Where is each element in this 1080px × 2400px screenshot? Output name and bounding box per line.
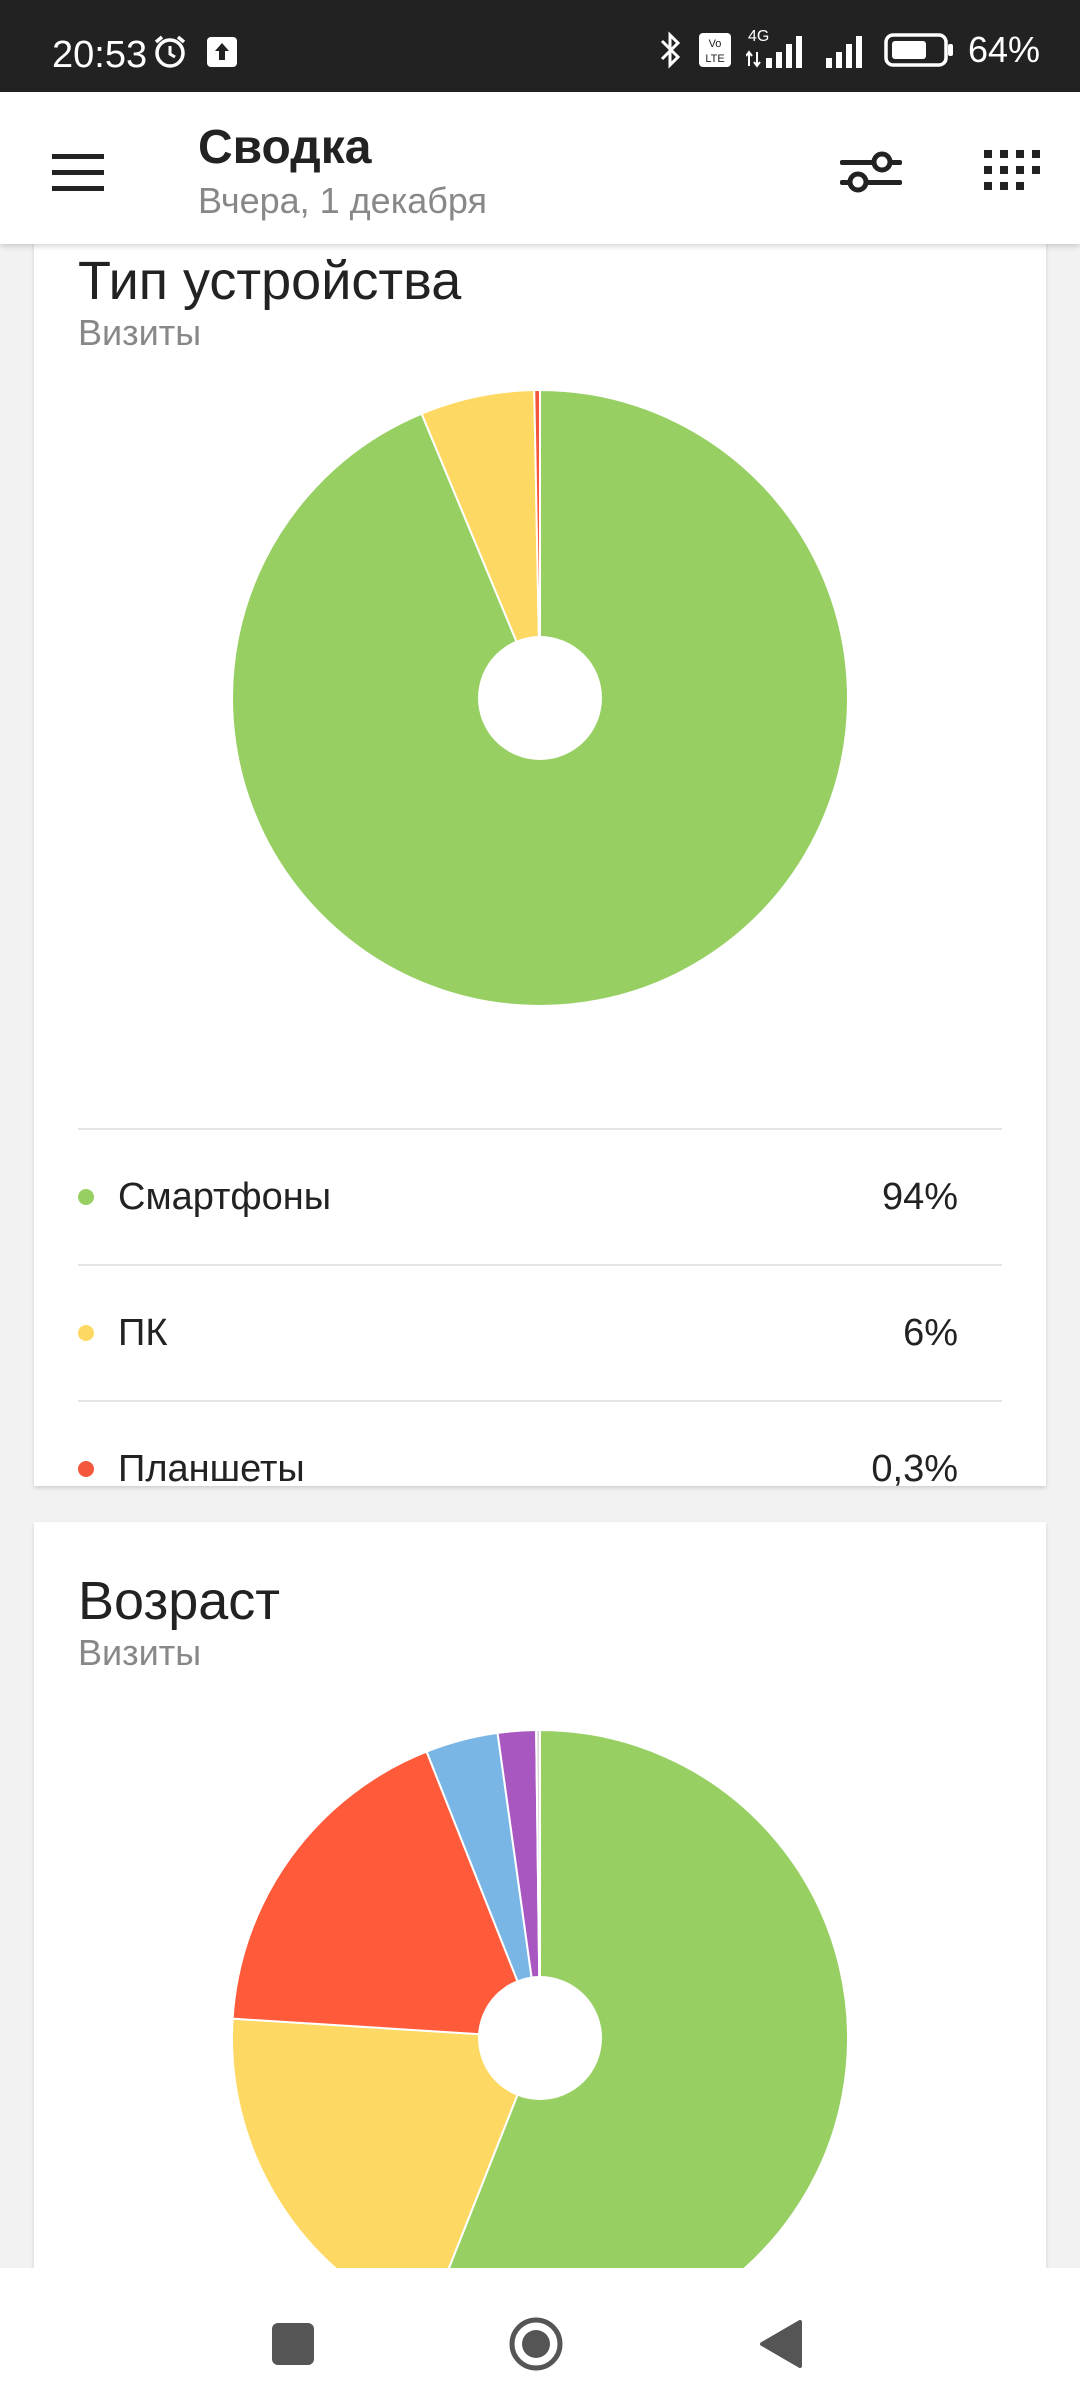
alarm-icon [154, 35, 186, 68]
volte-icon: Vo LTE [698, 33, 731, 67]
legend-value: 0,3% [871, 1448, 958, 1490]
network-type: 4G [745, 28, 810, 70]
content-scroll[interactable]: Тип устройства Визиты Смартфоны 94% ПК 6… [0, 244, 1080, 2268]
battery-percent: 64% [967, 29, 1040, 70]
signal-icon [745, 36, 802, 68]
status-bar: 20:53 Vo LTE 4G 64% [0, 0, 1080, 92]
legend-dot [78, 1325, 94, 1341]
legend-row-tablets[interactable]: Планшеты 0,3% [78, 1400, 1002, 1536]
home-icon[interactable] [508, 2316, 564, 2372]
age-pie-chart [231, 1728, 849, 2268]
device-card-subtitle: Визиты [78, 312, 202, 353]
battery-icon [884, 33, 953, 67]
menu-icon[interactable] [38, 132, 118, 212]
legend-row-smartphones[interactable]: Смартфоны 94% [78, 1128, 1002, 1264]
device-card-title: Тип устройства [78, 251, 462, 311]
bluetooth-icon [660, 31, 681, 69]
age-card: Возраст Визиты [34, 1522, 1046, 2268]
legend-dot [78, 1461, 94, 1477]
age-card-subtitle: Визиты [78, 1632, 202, 1673]
device-legend: Смартфоны 94% ПК 6% Планшеты 0,3% [78, 1128, 1002, 1536]
upload-icon [207, 37, 237, 67]
legend-label: Смартфоны [118, 1176, 332, 1218]
navigation-bar [0, 2268, 1080, 2400]
filter-icon[interactable] [836, 144, 906, 200]
device-pie-center-hole [478, 636, 602, 760]
back-icon[interactable] [758, 2318, 804, 2370]
age-card-title: Возраст [78, 1571, 280, 1631]
recents-icon[interactable] [272, 2323, 314, 2365]
age-pie-center-hole [478, 1976, 602, 2100]
legend-dot [78, 1189, 94, 1205]
status-time: 20:53 [52, 34, 148, 76]
legend-value: 6% [903, 1312, 958, 1354]
page-title: Сводка [198, 121, 372, 174]
svg-text:LTE: LTE [705, 53, 724, 65]
page-subtitle[interactable]: Вчера, 1 декабря [198, 180, 487, 222]
apps-grid-icon[interactable] [980, 144, 1050, 200]
legend-value: 94% [881, 1176, 958, 1218]
legend-label: Планшеты [118, 1448, 305, 1490]
legend-label: ПК [118, 1312, 168, 1354]
signal-icon-2 [825, 36, 862, 68]
device-type-pie-chart [231, 388, 849, 1007]
device-type-card: Тип устройства Визиты Смартфоны 94% ПК 6… [34, 244, 1046, 1490]
status-right: Vo LTE 4G 64% [658, 28, 1040, 70]
svg-text:Vo: Vo [709, 38, 722, 50]
app-bar: Сводка Вчера, 1 декабря [0, 92, 1080, 244]
legend-row-pc[interactable]: ПК 6% [78, 1264, 1002, 1400]
